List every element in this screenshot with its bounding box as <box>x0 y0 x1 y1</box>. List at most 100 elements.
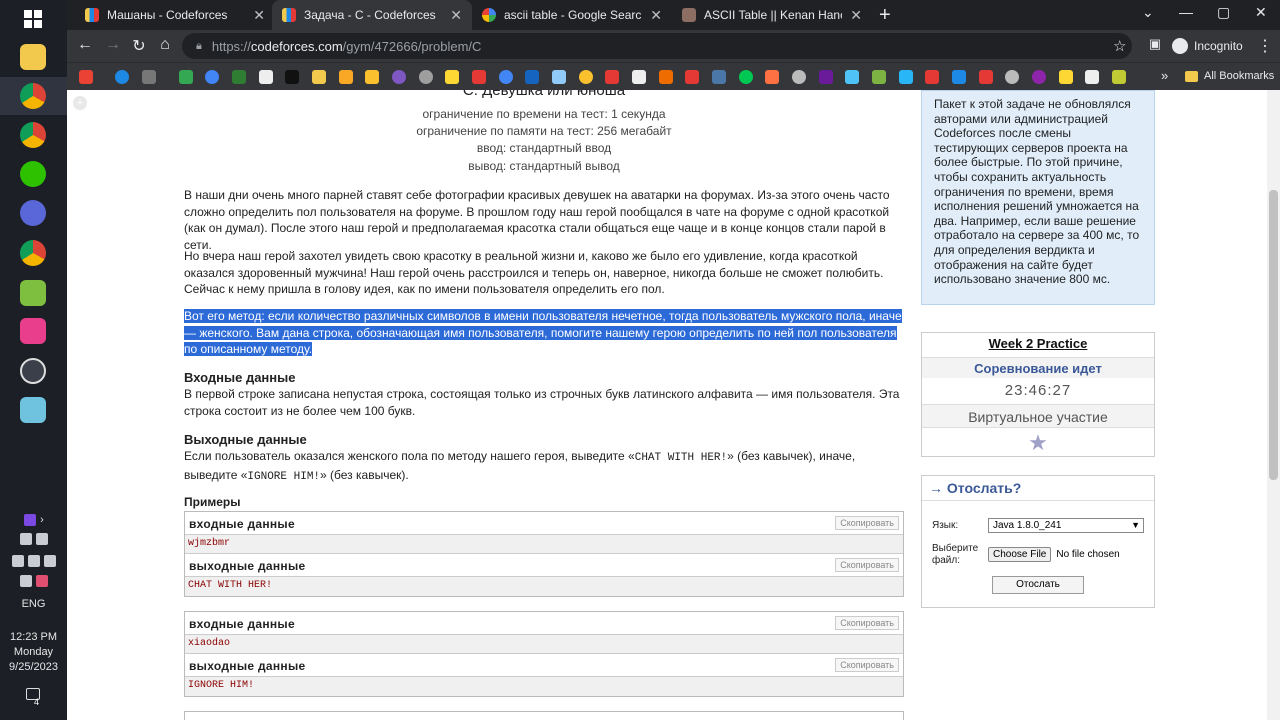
submit-button[interactable]: Отослать <box>992 576 1084 594</box>
choose-file-button[interactable]: Choose File <box>988 547 1052 562</box>
close-tab-icon[interactable]: ✕ <box>850 7 862 24</box>
app-icon[interactable] <box>20 397 46 423</box>
bookmark-star-icon[interactable]: ☆ <box>1113 37 1126 55</box>
back-icon[interactable]: ← <box>75 36 95 54</box>
start-icon[interactable] <box>24 10 42 28</box>
pdf-bookmark-icon[interactable] <box>685 70 699 84</box>
intellij-icon[interactable] <box>20 318 46 344</box>
more-bookmarks-icon[interactable]: » <box>1161 68 1168 83</box>
cloud-icon[interactable] <box>12 555 24 567</box>
bookmark-icon[interactable] <box>925 70 939 84</box>
screen-icon[interactable] <box>44 555 56 567</box>
youtube-bookmark-icon[interactable] <box>472 70 486 84</box>
google-bookmark-icon[interactable] <box>205 70 219 84</box>
chrome-incognito-icon[interactable] <box>20 200 46 226</box>
new-tab-icon[interactable]: + <box>879 4 891 27</box>
bookmark-icon[interactable] <box>872 70 886 84</box>
scrollbar[interactable] <box>1267 90 1280 720</box>
sample-output[interactable]: CHAT WITH HER! <box>185 577 903 596</box>
sample-input[interactable]: xiaodao <box>185 635 903 654</box>
notepad-icon[interactable] <box>20 280 46 306</box>
vk-bookmark-icon[interactable] <box>712 70 726 84</box>
bookmark-icon[interactable] <box>232 70 246 84</box>
bookmark-icon[interactable] <box>632 70 646 84</box>
bookmark-icon[interactable] <box>312 70 326 84</box>
tab-google-search[interactable]: ascii table - Google Search ✕ <box>472 0 672 30</box>
tab-problem[interactable]: Задача - C - Codeforces ✕ <box>272 0 472 30</box>
language-indicator[interactable]: ENG <box>0 598 67 610</box>
bookmark-icon[interactable] <box>1032 70 1046 84</box>
maximize-icon[interactable]: ▢ <box>1217 4 1230 21</box>
chevron-right-icon[interactable]: › <box>40 514 44 526</box>
bookmark-icon[interactable] <box>392 70 406 84</box>
bookmark-icon[interactable] <box>1005 70 1019 84</box>
close-window-icon[interactable]: ✕ <box>1255 4 1267 21</box>
star-icon[interactable]: ★ <box>922 430 1154 456</box>
bookmark-icon[interactable] <box>1059 70 1073 84</box>
reload-icon[interactable]: ↻ <box>129 36 149 56</box>
bookmark-icon[interactable] <box>605 70 619 84</box>
incognito-profile[interactable]: Incognito <box>1172 38 1243 54</box>
bookmark-icon[interactable] <box>792 70 806 84</box>
chrome-t-icon[interactable] <box>20 240 46 266</box>
drive-bookmark-icon[interactable] <box>179 70 193 84</box>
bookmark-icon[interactable] <box>285 70 299 84</box>
plus-icon[interactable]: + <box>73 96 87 110</box>
copy-button[interactable]: Скопировать <box>835 558 899 572</box>
bookmark-icon[interactable] <box>1085 70 1099 84</box>
close-tab-icon[interactable]: ✕ <box>253 7 265 24</box>
bookmark-icon[interactable] <box>1112 70 1126 84</box>
close-tab-icon[interactable]: ✕ <box>450 7 462 24</box>
menu-icon[interactable]: ⋮ <box>1255 36 1275 56</box>
bookmark-icon[interactable] <box>739 70 753 84</box>
address-bar[interactable]: 🔒︎ https://codeforces.com/gym/472666/pro… <box>182 33 1132 59</box>
file-explorer-icon[interactable] <box>20 44 46 70</box>
bookmark-icon[interactable] <box>259 70 273 84</box>
language-select[interactable]: Java 1.8.0_241 ▼ <box>988 518 1144 533</box>
bookmark-icon[interactable] <box>979 70 993 84</box>
bookmark-icon[interactable] <box>552 70 566 84</box>
copy-button[interactable]: Скопировать <box>835 616 899 630</box>
bookmark-icon[interactable] <box>765 70 779 84</box>
bookmark-icon[interactable] <box>952 70 966 84</box>
sample-output[interactable]: IGNORE HIM! <box>185 677 903 696</box>
lock-icon[interactable]: 🔒︎ <box>196 40 202 53</box>
close-tab-icon[interactable]: ✕ <box>650 7 662 24</box>
bookmark-icon[interactable] <box>499 70 513 84</box>
clock-time[interactable]: 12:23 PM <box>0 630 67 645</box>
contest-name-link[interactable]: Week 2 Practice <box>922 336 1154 351</box>
wechat-icon[interactable] <box>20 161 46 187</box>
minimize-icon[interactable]: — <box>1179 4 1193 20</box>
all-bookmarks[interactable]: All Bookmarks <box>1185 70 1274 82</box>
gmail-bookmark-icon[interactable] <box>79 70 93 84</box>
home-icon[interactable]: ⌂ <box>155 36 175 54</box>
sample-input[interactable]: wjmzbmr <box>185 535 903 554</box>
yahoo-bookmark-icon[interactable] <box>819 70 833 84</box>
forward-icon[interactable]: → <box>103 36 123 54</box>
copy-button[interactable]: Скопировать <box>835 516 899 530</box>
bookmark-icon[interactable] <box>579 70 593 84</box>
bookmark-icon[interactable] <box>115 70 129 84</box>
bookmark-icon[interactable] <box>525 70 539 84</box>
bookmark-icon[interactable] <box>845 70 859 84</box>
bookmark-icon[interactable] <box>339 70 353 84</box>
copy-button[interactable]: Скопировать <box>835 658 899 672</box>
side-panel-icon[interactable]: ▣ <box>1145 36 1165 52</box>
tab-ascii-blog[interactable]: ASCII Table || Kenan Hançer Blog ✕ <box>672 0 872 30</box>
chrome-profile-icon[interactable] <box>20 122 46 148</box>
volume-icon[interactable] <box>20 575 32 587</box>
tab-mashany[interactable]: Машаны - Codeforces ✕ <box>75 0 275 30</box>
scrollbar-thumb[interactable] <box>1269 190 1278 480</box>
bookmark-icon[interactable] <box>659 70 673 84</box>
obs-icon[interactable] <box>20 358 46 384</box>
battery-icon[interactable] <box>20 533 32 545</box>
bookmark-icon[interactable] <box>142 70 156 84</box>
bookmark-icon[interactable] <box>445 70 459 84</box>
bookmark-icon[interactable] <box>419 70 433 84</box>
chrome-icon[interactable] <box>20 83 46 109</box>
tray-misc-icon[interactable] <box>36 575 48 587</box>
tray-app-icon[interactable] <box>24 514 37 526</box>
mic-icon[interactable] <box>28 555 40 567</box>
wifi-icon[interactable] <box>36 533 48 545</box>
bookmark-icon[interactable] <box>899 70 913 84</box>
